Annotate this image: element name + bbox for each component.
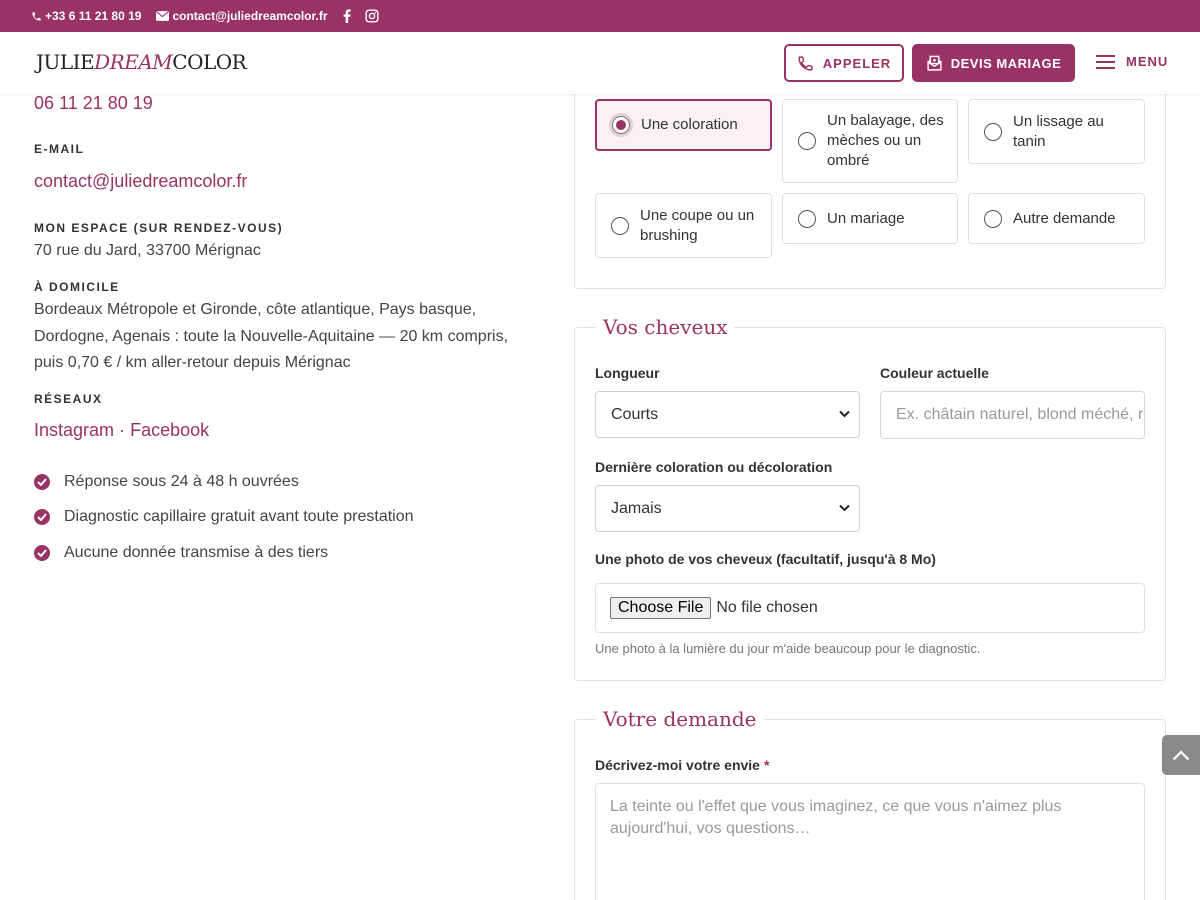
radio-button[interactable] (798, 132, 816, 150)
wedding-invite-icon (927, 55, 942, 71)
radio-button[interactable] (798, 209, 816, 228)
call-button-label: APPELER (822, 55, 892, 71)
service-option-label: Une coloration (641, 116, 738, 133)
last-coloration-label: Dernière coloration ou décoloration (595, 459, 833, 475)
instagram-icon[interactable] (364, 9, 379, 23)
devis-button-label: DEVIS MARIAGE (950, 55, 1062, 71)
topbar-phone[interactable]: +33 6 11 21 80 19 (31, 9, 141, 23)
service-option-balayage[interactable]: Un balayage, des mèches ou un ombré (782, 99, 958, 183)
networks-heading: RÉSEAUX (34, 392, 103, 406)
check-circle-icon (34, 474, 50, 490)
chevron-down-icon (839, 410, 850, 417)
chevron-down-icon (839, 504, 850, 511)
photo-upload-field: Choose File No file chosen (595, 583, 1145, 633)
call-button[interactable]: APPELER (784, 44, 904, 82)
logo-dream: DREAM (94, 50, 173, 74)
check-item: Réponse sous 24 à 48 h ouvrées (34, 473, 299, 491)
address-text: 70 rue du Jard, 33700 Mérignac (34, 242, 261, 259)
description-label: Décrivez-moi votre envie * (595, 757, 769, 773)
check-item: Aucune donnée transmise à des tiers (34, 544, 328, 562)
home-text-line: Dordogne, Agenais : toute la Nouvelle-Aq… (34, 327, 509, 345)
email-heading: E-MAIL (34, 142, 85, 156)
check-item: Diagnostic capillaire gratuit avant tout… (34, 508, 414, 526)
phone-icon (32, 11, 41, 21)
envelope-icon (156, 11, 170, 21)
color-label: Couleur actuelle (880, 365, 989, 381)
check-circle-icon (34, 545, 50, 561)
last-coloration-select[interactable]: Jamais (595, 485, 860, 532)
service-option-label: Un lissage au tanin (1013, 112, 1104, 150)
contact-phone-link[interactable]: 06 11 21 80 19 (34, 93, 153, 114)
photo-hint: Une photo à la lumière du jour m'aide be… (595, 641, 981, 656)
facebook-link[interactable]: Facebook (130, 420, 209, 440)
hair-legend: Vos cheveux (596, 315, 735, 339)
service-option-lissage[interactable]: Un lissage au tanin (968, 99, 1145, 164)
topbar-email[interactable]: contact@juliedreamcolor.fr (156, 9, 328, 23)
description-label-text: Décrivez-moi votre envie (595, 757, 760, 773)
required-mark: * (763, 757, 770, 773)
service-option-label: Un mariage (827, 209, 905, 227)
check-item-text: Diagnostic capillaire gratuit avant tout… (64, 508, 414, 525)
radio-button[interactable] (984, 209, 1002, 228)
hamburger-icon (1096, 54, 1115, 69)
home-heading: À DOMICILE (34, 280, 120, 294)
radio-button-selected[interactable] (612, 116, 630, 134)
devis-mariage-button[interactable]: DEVIS MARIAGE (912, 44, 1075, 82)
logo-color: COLOR (172, 50, 247, 74)
site-logo[interactable]: JULIEDREAMCOLOR (36, 50, 247, 74)
space-heading: MON ESPACE (SUR RENDEZ-VOUS) (34, 221, 284, 235)
radio-button[interactable] (611, 216, 629, 235)
service-option-mariage[interactable]: Un mariage (782, 193, 958, 244)
home-text: Bordeaux Métropole et Gironde, côte atla… (34, 297, 508, 377)
chevron-up-icon (1172, 749, 1190, 760)
phone-icon (798, 55, 813, 71)
length-select[interactable]: Courts (595, 391, 860, 438)
site-header: JULIEDREAMCOLOR APPELER DEVIS MARIAGE ME… (0, 32, 1200, 94)
choose-file-button[interactable]: Choose File (610, 597, 712, 619)
contact-email-link[interactable]: contact@juliedreamcolor.fr (34, 171, 247, 192)
length-label: Longueur (595, 365, 660, 381)
radio-button[interactable] (984, 122, 1002, 141)
current-color-input[interactable]: Ex. châtain naturel, blond méché, r (880, 391, 1145, 439)
photo-label: Une photo de vos cheveux (facultatif, ju… (595, 551, 936, 567)
menu-label: MENU (1126, 54, 1169, 69)
service-option-autre[interactable]: Autre demande (968, 193, 1145, 244)
length-select-value: Courts (611, 405, 659, 423)
instagram-link[interactable]: Instagram (34, 420, 114, 440)
check-circle-icon (34, 509, 50, 525)
service-option-label: Autre demande (1013, 209, 1116, 227)
menu-button[interactable]: MENU (1096, 54, 1168, 69)
service-option-label: Un balayage, des mèches ou un ombré (827, 112, 944, 169)
file-status-text: No file chosen (716, 599, 818, 616)
logo-julie: JULIE (36, 50, 95, 74)
networks-links: Instagram · Facebook (34, 420, 209, 441)
last-coloration-value: Jamais (611, 499, 662, 517)
description-textarea[interactable]: La teinte ou l'effet que vous imaginez, … (595, 783, 1145, 900)
check-item-text: Réponse sous 24 à 48 h ouvrées (64, 473, 299, 490)
service-option-coupe[interactable]: Une coupe ou un brushing (595, 193, 772, 258)
check-item-text: Aucune donnée transmise à des tiers (64, 544, 329, 561)
top-bar: +33 6 11 21 80 19 contact@juliedreamcolo… (0, 0, 1200, 32)
topbar-phone-text: +33 6 11 21 80 19 (45, 9, 142, 23)
home-text-line: puis 0,70 € / km aller-retour depuis Mér… (34, 354, 351, 371)
link-separator: · (119, 420, 126, 440)
service-option-label: Une coupe ou un brushing (640, 206, 755, 244)
home-text-line: Bordeaux Métropole et Gironde, côte atla… (34, 301, 477, 318)
back-to-top-button[interactable] (1162, 735, 1200, 775)
service-option-coloration[interactable]: Une coloration (595, 99, 772, 151)
facebook-icon[interactable] (343, 9, 351, 23)
topbar-email-text: contact@juliedreamcolor.fr (172, 9, 328, 23)
request-legend: Votre demande (596, 707, 764, 731)
